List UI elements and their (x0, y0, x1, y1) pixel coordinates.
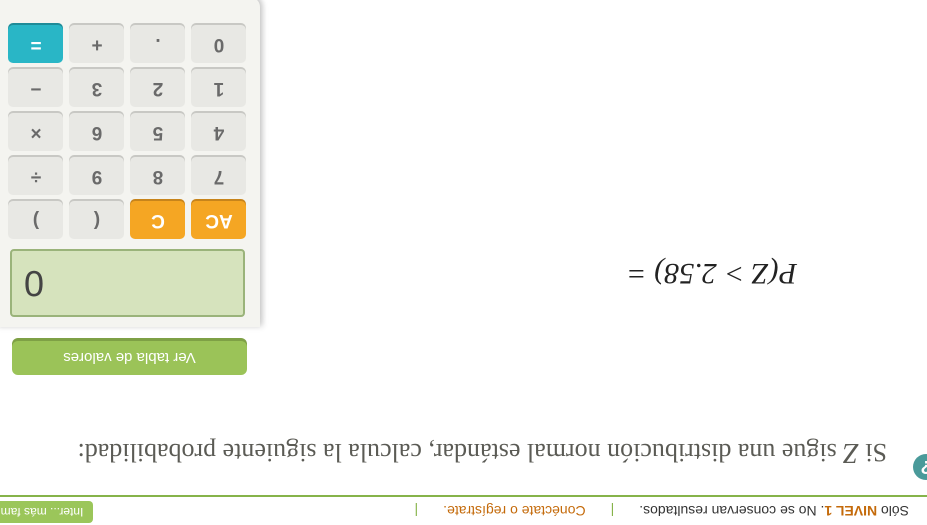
equation: P(Z > 2.58) = (627, 256, 797, 290)
calc-key-ac[interactable]: AC (192, 201, 247, 239)
separator: | (415, 503, 419, 519)
calc-key-k1[interactable]: 1 (192, 69, 247, 107)
calc-key-k2[interactable]: 2 (131, 69, 186, 107)
calc-key-k3[interactable]: 3 (70, 69, 125, 107)
calculator-display: 0 (10, 249, 245, 317)
calc-key-sub[interactable]: − (9, 69, 64, 107)
calc-key-dot[interactable]: . (131, 25, 186, 63)
calculator: 0 ACC() 789÷ 456× 123− 0.+= (0, 0, 260, 327)
calc-key-k6[interactable]: 6 (70, 113, 125, 151)
help-bubble[interactable]: ? (913, 454, 927, 480)
calc-key-rp[interactable]: ) (9, 201, 64, 239)
calc-key-c[interactable]: C (131, 201, 186, 239)
separator: | (611, 503, 615, 519)
status-bar: Sólo NIVEL 1. No se conservan resultados… (0, 495, 927, 525)
learn-more-button[interactable]: Inter... más familias (0, 501, 93, 523)
calc-key-k8[interactable]: 8 (131, 157, 186, 195)
calc-key-k7[interactable]: 7 (192, 157, 247, 195)
connect-link[interactable]: Conéctate o regístrate. (443, 503, 585, 519)
calc-key-k5[interactable]: 5 (131, 113, 186, 151)
calc-key-lp[interactable]: ( (70, 201, 125, 239)
calc-key-div[interactable]: ÷ (9, 157, 64, 195)
value-table-button[interactable]: Ver tabla de valores (12, 341, 247, 375)
calc-key-k9[interactable]: 9 (70, 157, 125, 195)
calc-key-eq[interactable]: = (9, 25, 64, 63)
calc-key-mul[interactable]: × (9, 113, 64, 151)
level-text: Sólo NIVEL 1. No se conservan resultados… (639, 503, 909, 519)
calc-key-k0[interactable]: 0 (192, 25, 247, 63)
calc-key-add[interactable]: + (70, 25, 125, 63)
calc-key-k4[interactable]: 4 (192, 113, 247, 151)
question-text: Si Z sigue una distribución normal están… (37, 435, 887, 470)
calculator-keypad: ACC() 789÷ 456× 123− 0.+= (5, 25, 250, 239)
